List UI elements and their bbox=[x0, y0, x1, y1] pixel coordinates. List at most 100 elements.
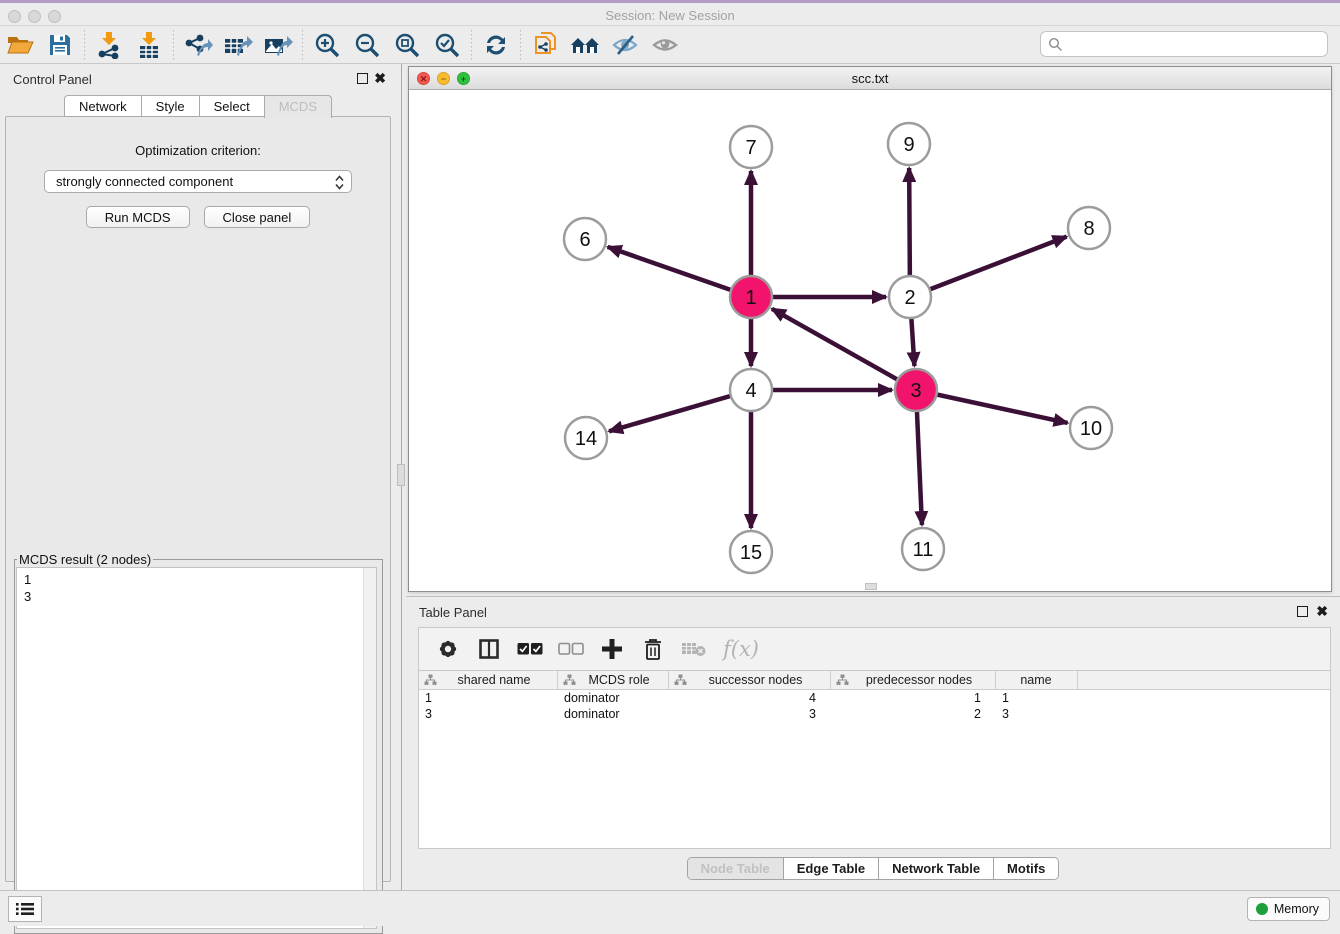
column-header-successor-nodes[interactable]: successor nodes bbox=[669, 671, 831, 689]
graph-node-7[interactable]: 7 bbox=[730, 126, 772, 168]
control-panel: Control Panel ✖ Network Style Select MCD… bbox=[0, 64, 396, 890]
tab-select[interactable]: Select bbox=[199, 95, 264, 117]
apply-function-button[interactable]: f(x) bbox=[716, 631, 766, 667]
export-table-button[interactable] bbox=[218, 28, 258, 62]
tab-mcds[interactable]: MCDS bbox=[264, 95, 332, 118]
search-icon bbox=[1048, 37, 1063, 52]
svg-text:14: 14 bbox=[575, 428, 597, 450]
run-mcds-button[interactable]: Run MCDS bbox=[86, 206, 190, 228]
column-header-mcds-role[interactable]: MCDS role bbox=[558, 671, 669, 689]
graph-edge-3-10[interactable] bbox=[916, 390, 1068, 423]
copy-network-button[interactable] bbox=[525, 28, 565, 62]
search-input[interactable] bbox=[1063, 34, 1327, 54]
panel-splitter[interactable] bbox=[396, 64, 406, 890]
svg-text:3: 3 bbox=[910, 380, 921, 402]
float-table-panel-icon[interactable] bbox=[1297, 606, 1308, 617]
splitter-grip[interactable] bbox=[397, 464, 405, 486]
zoom-fit-button[interactable] bbox=[387, 28, 427, 62]
refresh-network-button[interactable] bbox=[476, 28, 516, 62]
selected-criterion: strongly connected component bbox=[56, 174, 233, 189]
memory-button[interactable]: Memory bbox=[1247, 897, 1330, 921]
close-table-panel-icon[interactable]: ✖ bbox=[1316, 603, 1328, 620]
memory-label: Memory bbox=[1274, 902, 1319, 916]
graph-node-1[interactable]: 1 bbox=[730, 276, 772, 318]
open-session-button[interactable] bbox=[0, 28, 40, 62]
deselect-all-button[interactable] bbox=[552, 631, 589, 667]
hide-selected-button[interactable] bbox=[605, 28, 645, 62]
zoom-out-button[interactable] bbox=[347, 28, 387, 62]
table-toolbar: f(x) bbox=[418, 627, 1331, 671]
graph-node-14[interactable]: 14 bbox=[565, 417, 607, 459]
app-titlebar: Session: New Session bbox=[0, 0, 1340, 26]
eye-icon bbox=[651, 33, 679, 57]
first-neighbors-button[interactable] bbox=[565, 28, 605, 62]
mcds-result-title: MCDS result (2 nodes) bbox=[17, 552, 153, 567]
network-window-titlebar[interactable]: ✕ − + scc.txt bbox=[409, 67, 1331, 90]
table-settings-button[interactable] bbox=[429, 631, 466, 667]
delete-column-button[interactable] bbox=[634, 631, 671, 667]
tree-icon bbox=[563, 674, 576, 686]
import-table-icon bbox=[136, 31, 162, 59]
graph-node-11[interactable]: 11 bbox=[902, 528, 944, 570]
graph-node-10[interactable]: 10 bbox=[1070, 407, 1112, 449]
list-icon bbox=[16, 902, 34, 916]
svg-text:8: 8 bbox=[1083, 218, 1094, 240]
export-image-button[interactable] bbox=[258, 28, 298, 62]
graph-edge-3-1[interactable] bbox=[772, 309, 916, 390]
toolbar-separator bbox=[173, 30, 174, 60]
graph-node-8[interactable]: 8 bbox=[1068, 207, 1110, 249]
network-resize-grip[interactable] bbox=[865, 583, 877, 590]
import-table-button[interactable] bbox=[129, 28, 169, 62]
zoom-in-button[interactable] bbox=[307, 28, 347, 62]
show-all-button[interactable] bbox=[645, 28, 685, 62]
graph-node-9[interactable]: 9 bbox=[888, 123, 930, 165]
graph-node-4[interactable]: 4 bbox=[730, 369, 772, 411]
tab-style[interactable]: Style bbox=[141, 95, 199, 117]
zoom-selected-button[interactable] bbox=[427, 28, 467, 62]
tab-node-table[interactable]: Node Table bbox=[688, 858, 784, 879]
column-header-name[interactable]: name bbox=[996, 671, 1078, 689]
column-header-predecessor-nodes[interactable]: predecessor nodes bbox=[831, 671, 996, 689]
result-scrollbar[interactable] bbox=[363, 568, 376, 928]
table-row[interactable]: 1 dominator 4 1 1 bbox=[419, 690, 1330, 706]
select-all-button[interactable] bbox=[511, 631, 548, 667]
column-header-shared-name[interactable]: shared name bbox=[419, 671, 558, 689]
save-session-button[interactable] bbox=[40, 28, 80, 62]
eye-slash-icon bbox=[611, 33, 639, 57]
optimization-criterion-select[interactable]: strongly connected component bbox=[44, 170, 352, 193]
split-table-button[interactable] bbox=[470, 631, 507, 667]
tree-icon bbox=[674, 674, 687, 686]
tab-edge-table[interactable]: Edge Table bbox=[784, 858, 879, 879]
search-field[interactable] bbox=[1040, 31, 1328, 57]
graph-node-15[interactable]: 15 bbox=[730, 531, 772, 573]
graph-edge-2-8[interactable] bbox=[910, 237, 1067, 297]
network-view-window: ✕ − + scc.txt 1 2 3 4 6 7 8 9 10 11 14 15 bbox=[408, 66, 1332, 592]
table-row[interactable]: 3 dominator 3 2 3 bbox=[419, 706, 1330, 722]
delete-table-icon bbox=[681, 640, 707, 658]
tab-network[interactable]: Network bbox=[64, 95, 141, 117]
zoom-in-icon bbox=[314, 32, 340, 58]
main-toolbar bbox=[0, 26, 1340, 64]
tab-network-table[interactable]: Network Table bbox=[879, 858, 994, 879]
close-panel-icon[interactable]: ✖ bbox=[374, 70, 386, 87]
save-floppy-icon bbox=[48, 33, 72, 57]
cell-mcds-role: dominator bbox=[558, 706, 669, 722]
control-panel-title: Control Panel bbox=[13, 72, 92, 87]
graph-node-6[interactable]: 6 bbox=[564, 218, 606, 260]
tab-motifs[interactable]: Motifs bbox=[994, 858, 1058, 879]
graph-node-2[interactable]: 2 bbox=[889, 276, 931, 318]
show-task-history-button[interactable] bbox=[8, 896, 42, 922]
import-network-icon bbox=[96, 31, 122, 59]
result-line: 1 bbox=[24, 571, 376, 588]
mcds-result-text[interactable]: 1 3 bbox=[16, 567, 377, 929]
graph-node-3[interactable]: 3 bbox=[895, 369, 937, 411]
delete-table-button[interactable] bbox=[675, 631, 712, 667]
add-column-button[interactable] bbox=[593, 631, 630, 667]
export-network-button[interactable] bbox=[178, 28, 218, 62]
import-network-button[interactable] bbox=[89, 28, 129, 62]
network-canvas[interactable]: 1 2 3 4 6 7 8 9 10 11 14 15 bbox=[409, 90, 1331, 591]
close-panel-button[interactable]: Close panel bbox=[204, 206, 311, 228]
select-stepper-icon bbox=[334, 174, 345, 191]
graph-edge-1-6[interactable] bbox=[608, 247, 751, 297]
float-panel-icon[interactable] bbox=[357, 73, 368, 84]
